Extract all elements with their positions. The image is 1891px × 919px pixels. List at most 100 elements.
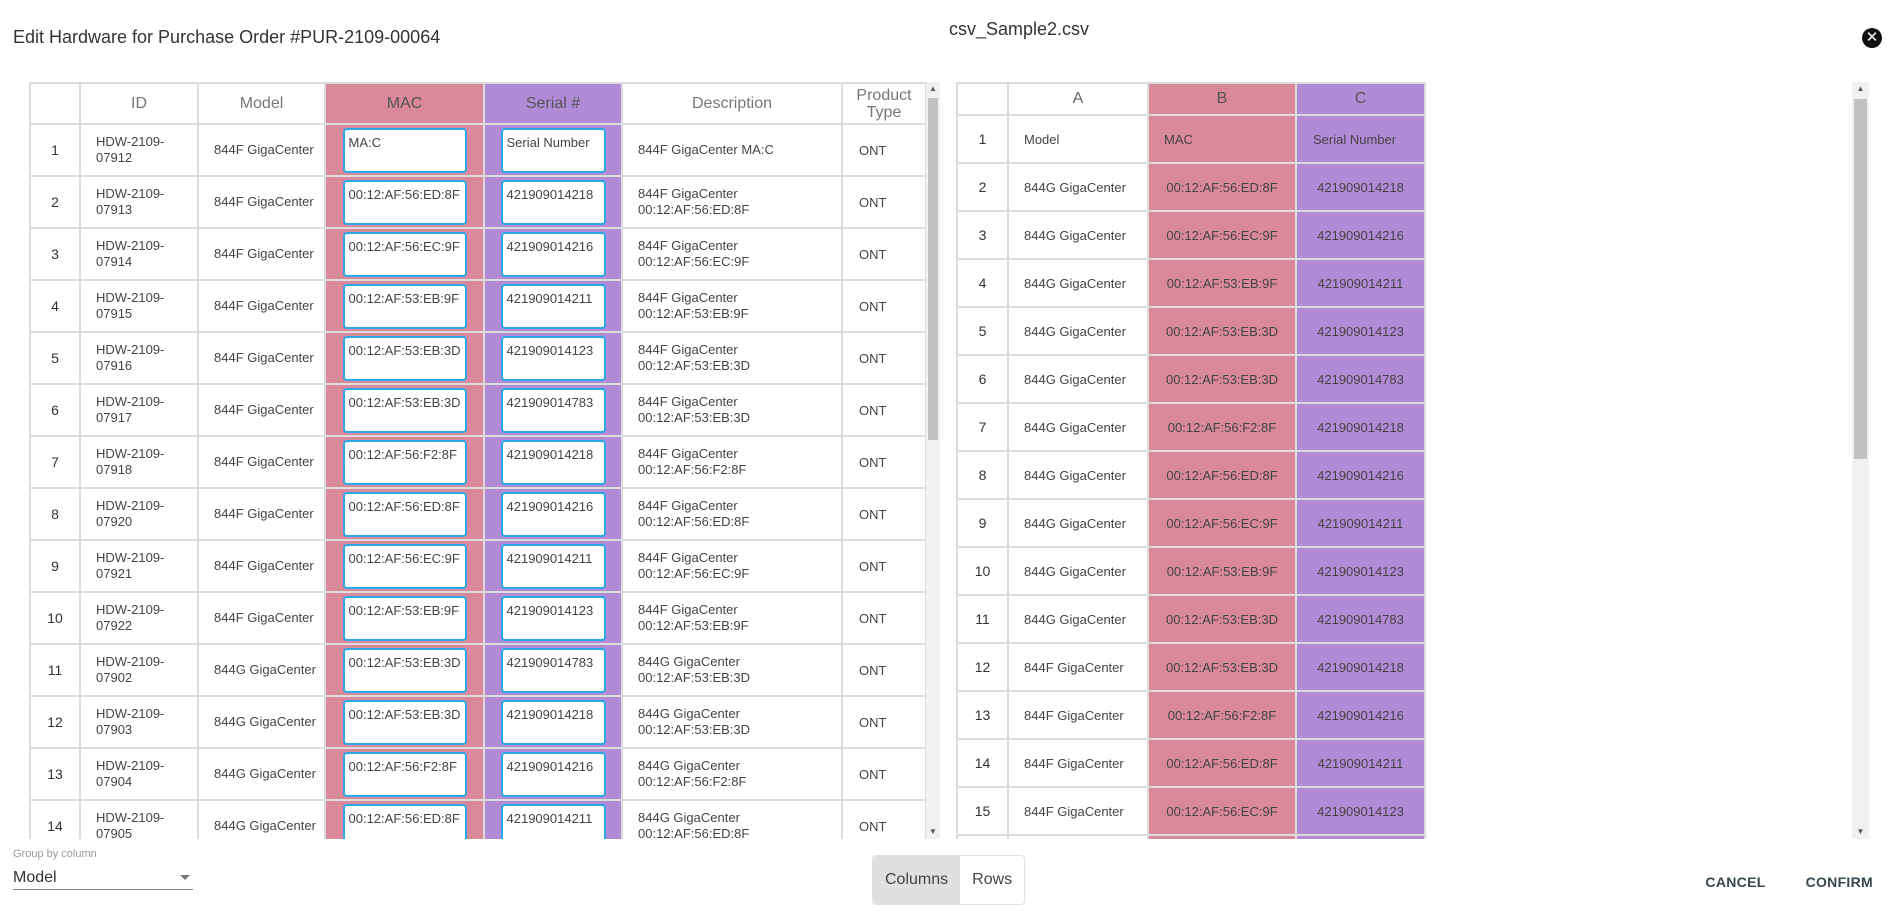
csv-cell-b[interactable]: 00:12:AF:56:ED:8F <box>1147 162 1297 212</box>
serial-input[interactable] <box>500 699 606 745</box>
scrollbar-thumb[interactable] <box>1854 99 1867 459</box>
csv-cell-c[interactable]: 421909014218 <box>1295 402 1426 452</box>
scroll-up-arrow-icon[interactable]: ▲ <box>1852 82 1869 96</box>
serial-input[interactable] <box>500 439 606 485</box>
csv-col-header-c[interactable]: C <box>1295 82 1426 116</box>
csv-cell-b[interactable]: 00:12:AF:56:EC:9F <box>1147 786 1297 836</box>
csv-cell-b[interactable]: 00:12:AF:53:EB:9F <box>1147 546 1297 596</box>
mac-input[interactable] <box>342 595 467 641</box>
csv-cell-a[interactable]: 844F GigaCenter <box>1007 690 1149 740</box>
col-header-product-type[interactable]: Product Type <box>841 82 927 125</box>
col-header-description[interactable]: Description <box>621 82 843 125</box>
serial-input[interactable] <box>500 543 606 589</box>
csv-cell-c[interactable]: 421909014783 <box>1295 354 1426 404</box>
csv-cell-b[interactable]: 00:12:AF:53:EB:9F <box>1147 258 1297 308</box>
mac-input[interactable] <box>342 127 467 173</box>
group-by-dropdown[interactable]: Model <box>13 866 193 890</box>
mac-input[interactable] <box>342 647 467 693</box>
csv-cell-a[interactable]: 844G GigaCenter <box>1007 258 1149 308</box>
csv-cell-c[interactable]: 421909014218 <box>1295 642 1426 692</box>
scroll-down-arrow-icon[interactable]: ▼ <box>926 825 940 839</box>
csv-cell-b[interactable]: 00:12:AF:56:ED:8F <box>1147 450 1297 500</box>
csv-cell-c[interactable]: 421909014216 <box>1295 450 1426 500</box>
serial-input[interactable] <box>500 335 606 381</box>
toggle-rows[interactable]: Rows <box>960 856 1025 904</box>
csv-cell-b[interactable]: 00:12:AF:56:F2:8F <box>1147 402 1297 452</box>
scroll-up-arrow-icon[interactable]: ▲ <box>926 82 940 96</box>
serial-input[interactable] <box>500 751 606 797</box>
mac-input[interactable] <box>342 179 467 225</box>
serial-input[interactable] <box>500 803 606 839</box>
csv-cell-a[interactable]: 844G GigaCenter <box>1007 306 1149 356</box>
serial-input[interactable] <box>500 647 606 693</box>
serial-input[interactable] <box>500 491 606 537</box>
scrollbar-thumb[interactable] <box>928 98 938 440</box>
serial-input[interactable] <box>500 127 606 173</box>
csv-cell-a[interactable]: 844F GigaCenter <box>1007 786 1149 836</box>
csv-cell-b[interactable]: 00:12:AF:56:F2:8F <box>1147 690 1297 740</box>
csv-col-header-b[interactable]: B <box>1147 82 1297 116</box>
mac-input[interactable] <box>342 439 467 485</box>
mac-input[interactable] <box>342 491 467 537</box>
col-header-serial[interactable]: Serial # <box>483 82 623 125</box>
mac-input[interactable] <box>342 699 467 745</box>
csv-col-header-a[interactable]: A <box>1007 82 1149 116</box>
csv-cell-b[interactable]: 00:12:AF:53:EB:3D <box>1147 354 1297 404</box>
col-header-model[interactable]: Model <box>197 82 326 125</box>
csv-cell-c[interactable]: 421909014211 <box>1295 498 1426 548</box>
mac-input[interactable] <box>342 543 467 589</box>
csv-cell-c[interactable]: 421909014211 <box>1295 258 1426 308</box>
csv-cell-a[interactable]: 844F GigaCenter <box>1007 642 1149 692</box>
csv-cell-a[interactable]: 844G GigaCenter <box>1007 402 1149 452</box>
csv-cell-a[interactable]: 844G GigaCenter <box>1007 210 1149 260</box>
csv-cell-c[interactable]: 421909014783 <box>1295 594 1426 644</box>
mac-input[interactable] <box>342 751 467 797</box>
csv-cell-a[interactable] <box>1007 834 1149 839</box>
serial-input[interactable] <box>500 231 606 277</box>
csv-cell-a[interactable]: 844G GigaCenter <box>1007 546 1149 596</box>
serial-input[interactable] <box>500 283 606 329</box>
columns-rows-toggle[interactable]: Columns Rows <box>872 855 1026 905</box>
csv-cell-c[interactable]: 421909014211 <box>1295 738 1426 788</box>
serial-input[interactable] <box>500 179 606 225</box>
toggle-columns[interactable]: Columns <box>873 856 961 904</box>
csv-cell-c[interactable]: 421909014216 <box>1295 690 1426 740</box>
col-header-id[interactable]: ID <box>79 82 199 125</box>
csv-cell-a[interactable]: 844G GigaCenter <box>1007 498 1149 548</box>
csv-cell-b[interactable]: MAC <box>1147 114 1297 164</box>
csv-cell-a[interactable]: 844G GigaCenter <box>1007 450 1149 500</box>
csv-cell-a[interactable]: 844F GigaCenter <box>1007 738 1149 788</box>
scroll-down-arrow-icon[interactable]: ▼ <box>1852 825 1869 839</box>
serial-input[interactable] <box>500 387 606 433</box>
csv-cell-b[interactable]: 00:12:AF:56:EC:9F <box>1147 210 1297 260</box>
serial-input[interactable] <box>500 595 606 641</box>
csv-cell-c[interactable]: 421909014123 <box>1295 786 1426 836</box>
mac-input[interactable] <box>342 803 467 839</box>
csv-cell-a[interactable]: Model <box>1007 114 1149 164</box>
mac-input[interactable] <box>342 283 467 329</box>
hardware-grid-scrollbar[interactable]: ▲ ▼ <box>926 82 940 839</box>
mac-input[interactable] <box>342 231 467 277</box>
group-by-select[interactable]: Group by column Model <box>13 848 193 890</box>
mac-input[interactable] <box>342 387 467 433</box>
csv-cell-a[interactable]: 844G GigaCenter <box>1007 162 1149 212</box>
csv-cell-b[interactable]: 00:12:AF:53:EB:3D <box>1147 594 1297 644</box>
col-header-mac[interactable]: MAC <box>324 82 485 125</box>
csv-preview-scrollbar[interactable]: ▲ ▼ <box>1852 82 1869 839</box>
mac-input[interactable] <box>342 335 467 381</box>
csv-cell-b[interactable]: 00:12:AF:53:EB:3D <box>1147 306 1297 356</box>
csv-cell-a[interactable]: 844G GigaCenter <box>1007 354 1149 404</box>
csv-cell-b[interactable]: 00:12:AF:53:EB:3D <box>1147 642 1297 692</box>
csv-cell-c[interactable]: Serial Number <box>1295 114 1426 164</box>
csv-cell-c[interactable]: 421909014218 <box>1295 162 1426 212</box>
csv-cell-b[interactable]: 00:12:AF:56:EC:9F <box>1147 498 1297 548</box>
csv-cell-c[interactable]: 421909014216 <box>1295 210 1426 260</box>
csv-cell-c[interactable] <box>1295 834 1426 839</box>
cancel-button[interactable]: CANCEL <box>1705 870 1765 894</box>
close-icon[interactable]: ✕ <box>1862 28 1882 48</box>
csv-cell-c[interactable]: 421909014123 <box>1295 306 1426 356</box>
csv-cell-b[interactable]: 00:12:AF:56:ED:8F <box>1147 738 1297 788</box>
csv-cell-a[interactable]: 844G GigaCenter <box>1007 594 1149 644</box>
confirm-button[interactable]: CONFIRM <box>1806 870 1873 894</box>
csv-cell-b[interactable] <box>1147 834 1297 839</box>
